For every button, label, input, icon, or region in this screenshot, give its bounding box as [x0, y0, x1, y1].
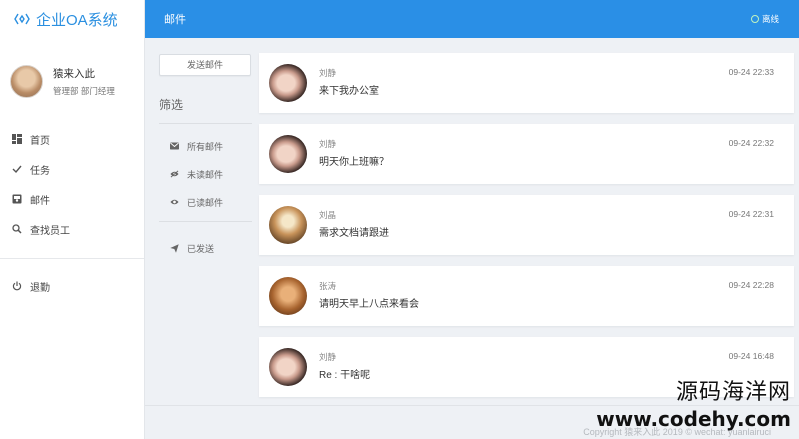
mail-subject: 明天你上班嘛？: [319, 157, 389, 168]
dashboard-icon: [12, 134, 22, 144]
list-item[interactable]: 张涛 请明天早上八点来看会 09-24 22:28: [259, 266, 794, 326]
user-role: 管理部 部门经理: [53, 85, 115, 96]
filter-read-mail[interactable]: 已读邮件: [159, 188, 252, 216]
mail-list: 刘静 来下我办公室 09-24 22:33 刘静 明天你上班嘛？ 09-24 2…: [259, 53, 794, 408]
sidebar-item-label: 查找员工: [30, 225, 70, 237]
mail-sender: 刘静: [319, 68, 337, 78]
filter-unread-mail[interactable]: 未读邮件: [159, 160, 252, 188]
sidebar-item-home[interactable]: 首页: [0, 124, 144, 154]
mail-time: 09-24 22:32: [728, 138, 774, 148]
mail-sender: 刘静: [319, 352, 337, 362]
sidebar-item-label: 邮件: [30, 195, 50, 207]
compose-button[interactable]: 发送邮件: [159, 54, 251, 76]
divider: [0, 258, 144, 259]
avatar: [269, 206, 307, 244]
sidebar-nav: 首页 任务 邮件 查找员工 退勤: [0, 124, 144, 301]
status-label: 离线: [761, 14, 779, 24]
sidebar-item-tasks[interactable]: 任务: [0, 154, 144, 184]
sidebar: 企业OA系统 猿来入此 管理部 部门经理 首页 任务 邮件 查找员工 退勤: [0, 0, 145, 439]
mail-time: 09-24 22:33: [728, 67, 774, 77]
filter-list: 所有邮件 未读邮件 已读邮件: [159, 124, 252, 222]
avatar: [269, 135, 307, 173]
watermark: 源码海洋网 www.codehy.com: [596, 380, 791, 432]
user-name: 猿来入此: [53, 67, 95, 80]
app-logo[interactable]: 企业OA系统: [0, 0, 144, 38]
list-item[interactable]: 刘静 来下我办公室 09-24 22:33: [259, 53, 794, 113]
watermark-text: 源码海洋网: [675, 380, 791, 405]
envelope-icon: [170, 142, 179, 151]
list-item[interactable]: 刘静 明天你上班嘛？ 09-24 22:32: [259, 124, 794, 184]
avatar: [269, 277, 307, 315]
mail-subject: 请明天早上八点来看会: [319, 299, 419, 310]
filter-label: 未读邮件: [187, 169, 224, 180]
mail-sender: 刘晶: [319, 210, 337, 220]
user-panel: 猿来入此 管理部 部门经理: [0, 38, 144, 112]
mail-nav: 发送邮件 筛选 所有邮件 未读邮件 已读邮件 已发送: [159, 54, 252, 262]
status-dot-icon: [750, 15, 759, 23]
top-header: 邮件 离线: [145, 0, 799, 38]
status-badge[interactable]: 离线: [750, 13, 779, 25]
sidebar-item-find-staff[interactable]: 查找员工: [0, 214, 144, 244]
paper-plane-icon: [170, 243, 179, 253]
watermark-url: www.codehy.com: [596, 407, 791, 431]
check-icon: [12, 164, 22, 174]
avatar: [269, 64, 307, 102]
eye-icon: [170, 198, 179, 207]
mail-sender: 张涛: [319, 281, 337, 291]
eye-slash-icon: [170, 170, 179, 179]
sidebar-item-label: 任务: [30, 165, 50, 177]
filter-label: 所有邮件: [187, 141, 224, 152]
sidebar-item-label: 退勤: [30, 282, 50, 294]
filter-sent-mail[interactable]: 已发送: [159, 234, 252, 262]
mail-time: 09-24 16:48: [728, 351, 774, 361]
avatar: [269, 348, 307, 386]
page-title: 邮件: [164, 14, 186, 26]
mail-time: 09-24 22:31: [728, 209, 774, 219]
sidebar-item-logout[interactable]: 退勤: [0, 271, 144, 301]
mail-sender: 刘静: [319, 139, 337, 149]
filter-label: 已发送: [187, 243, 215, 254]
user-avatar[interactable]: [10, 64, 43, 98]
filter-title: 筛选: [159, 96, 252, 124]
mail-time: 09-24 22:28: [728, 280, 774, 290]
power-icon: [12, 281, 22, 291]
list-item[interactable]: 刘晶 需求文档请跟进 09-24 22:31: [259, 195, 794, 255]
mail-subject: 需求文档请跟进: [319, 228, 389, 239]
mail-subject: 来下我办公室: [319, 86, 379, 97]
inbox-icon: [12, 194, 22, 204]
mail-subject: Re : 干啥呢: [319, 370, 371, 381]
search-icon: [12, 224, 22, 234]
filter-label: 已读邮件: [187, 197, 224, 208]
logo-icon: [14, 13, 30, 25]
sidebar-item-label: 首页: [30, 135, 50, 147]
app-title: 企业OA系统: [36, 11, 118, 29]
sidebar-item-mail[interactable]: 邮件: [0, 184, 144, 214]
filter-all-mail[interactable]: 所有邮件: [159, 132, 252, 160]
